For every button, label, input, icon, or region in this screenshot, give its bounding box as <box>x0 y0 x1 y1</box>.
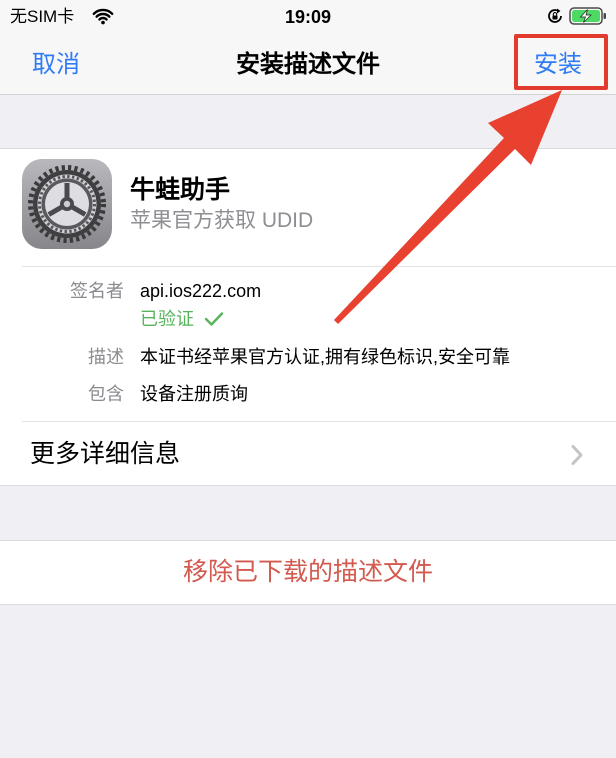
signer-label: 签名者 <box>70 281 124 301</box>
more-details-row[interactable]: 更多详细信息 <box>0 422 616 486</box>
profile-card: 牛蛙助手 苹果官方获取 UDID 签名者 api.ios222.com 已验证 … <box>0 148 616 486</box>
status-bar: 无SIM卡 19:09 <box>0 0 616 36</box>
contains-value: 设备注册质询 <box>140 384 248 404</box>
profile-subtitle: 苹果官方获取 UDID <box>130 209 314 232</box>
rotation-lock-icon <box>548 8 562 23</box>
settings-gear-icon <box>22 159 112 249</box>
chevron-right-icon <box>571 445 583 465</box>
signer-value: api.ios222.com <box>140 281 262 301</box>
wifi-icon <box>92 8 114 25</box>
status-time: 19:09 <box>284 7 332 27</box>
verified-status: 已验证 <box>140 307 224 331</box>
description-value: 本证书经苹果官方认证,拥有绿色标识,安全可靠 <box>140 347 510 367</box>
profile-name: 牛蛙助手 <box>130 176 231 204</box>
page-title: 安装描述文件 <box>236 51 380 78</box>
cancel-button[interactable]: 取消 <box>32 36 80 94</box>
more-details-label: 更多详细信息 <box>30 440 181 468</box>
battery-charging-icon <box>569 7 606 25</box>
contains-label: 包含 <box>88 384 124 404</box>
checkmark-icon <box>204 312 224 326</box>
description-label: 描述 <box>88 347 124 367</box>
annotation-highlight-box <box>514 34 608 90</box>
remove-profile-button[interactable]: 移除已下载的描述文件 <box>0 540 616 605</box>
carrier-label: 无SIM卡 <box>10 7 75 26</box>
verified-label: 已验证 <box>140 309 194 329</box>
divider <box>22 266 616 267</box>
